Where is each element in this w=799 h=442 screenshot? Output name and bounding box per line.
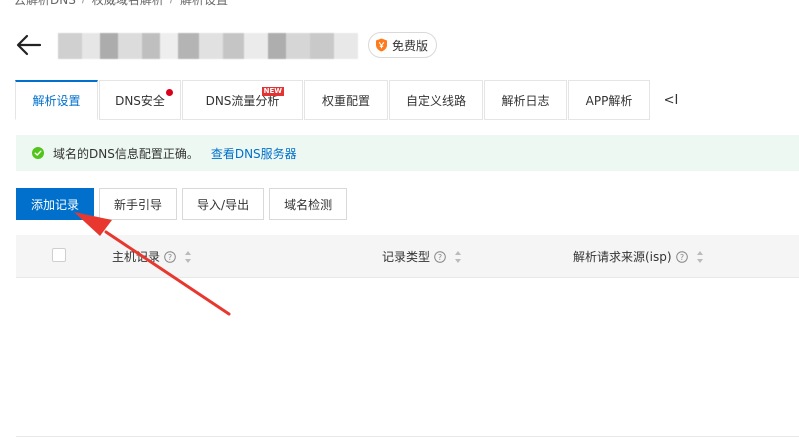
notification-dot bbox=[166, 89, 173, 96]
breadcrumb-item[interactable]: 云解析DNS bbox=[14, 0, 76, 8]
help-icon[interactable]: ? bbox=[164, 250, 176, 263]
column-request-source-isp[interactable]: 解析请求来源(isp) ? bbox=[573, 248, 704, 265]
domain-name-obscured bbox=[58, 33, 358, 59]
breadcrumb: 云解析DNS / 权威域名解析 / 解析设置 bbox=[14, 0, 228, 8]
add-record-button[interactable]: 添加记录 bbox=[16, 188, 95, 220]
tab-label: APP解析 bbox=[585, 93, 633, 108]
breadcrumb-separator: / bbox=[170, 0, 174, 8]
new-tag: NEW bbox=[261, 87, 284, 96]
table-header: 主机记录 ? 记录类型 ? 解析请求来源(isp) ? bbox=[16, 235, 799, 278]
tab-weight-config[interactable]: 权重配置 bbox=[304, 80, 388, 120]
tab-label: DNS安全 bbox=[115, 93, 165, 108]
table-bottom-border bbox=[16, 436, 799, 437]
column-label: 解析请求来源(isp) bbox=[573, 250, 672, 264]
free-edition-badge[interactable]: 免费版 bbox=[368, 32, 438, 58]
alert-message: 域名的DNS信息配置正确。 bbox=[53, 146, 199, 161]
dns-status-alert: 域名的DNS信息配置正确。 查看DNS服务器 bbox=[16, 135, 799, 171]
tab-custom-line[interactable]: 自定义线路 bbox=[389, 80, 483, 120]
svg-text:?: ? bbox=[438, 252, 442, 261]
tab-label: 解析日志 bbox=[501, 93, 550, 108]
tab-label: 解析设置 bbox=[32, 94, 81, 108]
beginner-guide-button[interactable]: 新手引导 bbox=[99, 188, 178, 220]
tab-app-resolve[interactable]: APP解析 bbox=[568, 80, 650, 120]
tab-resolve-log[interactable]: 解析日志 bbox=[484, 80, 567, 120]
tab-bar: 解析设置 DNS安全 DNS流量分析 NEW 权重配置 自定义线路 解析日志 A… bbox=[15, 80, 691, 121]
breadcrumb-item[interactable]: 权威域名解析 bbox=[92, 0, 164, 8]
select-all-checkbox[interactable] bbox=[52, 248, 66, 262]
view-dns-servers-link[interactable]: 查看DNS服务器 bbox=[211, 145, 297, 162]
column-host-record[interactable]: 主机记录 ? bbox=[112, 248, 192, 265]
tab-dns-security[interactable]: DNS安全 bbox=[99, 80, 181, 120]
tab-dns-settings[interactable]: 解析设置 bbox=[15, 80, 98, 120]
sort-icon[interactable] bbox=[696, 250, 704, 264]
column-record-type[interactable]: 记录类型 ? bbox=[382, 248, 462, 265]
help-icon[interactable]: ? bbox=[434, 250, 446, 263]
help-icon[interactable]: ? bbox=[675, 250, 688, 263]
tab-label: 权重配置 bbox=[321, 93, 370, 108]
tabs-scroll-button[interactable]: <I bbox=[651, 80, 691, 120]
domain-check-button[interactable]: 域名检测 bbox=[269, 188, 348, 220]
back-arrow-icon[interactable] bbox=[14, 30, 44, 60]
shield-icon bbox=[376, 38, 387, 52]
breadcrumb-item: 解析设置 bbox=[179, 0, 228, 7]
column-label: 记录类型 bbox=[382, 250, 431, 264]
svg-text:?: ? bbox=[679, 252, 683, 261]
toolbar: 添加记录 新手引导 导入/导出 域名检测 bbox=[16, 188, 348, 220]
sort-icon[interactable] bbox=[184, 250, 192, 264]
import-export-button[interactable]: 导入/导出 bbox=[182, 188, 265, 220]
svg-text:?: ? bbox=[168, 252, 172, 261]
annotation-arrow-icon bbox=[74, 212, 231, 316]
check-circle-icon bbox=[32, 147, 44, 159]
sort-icon[interactable] bbox=[454, 250, 462, 264]
breadcrumb-separator: / bbox=[82, 0, 86, 8]
column-label: 主机记录 bbox=[112, 250, 161, 264]
tab-label: 自定义线路 bbox=[405, 93, 466, 108]
tab-dns-traffic-analysis[interactable]: DNS流量分析 NEW bbox=[182, 80, 303, 120]
badge-label: 免费版 bbox=[392, 38, 429, 53]
